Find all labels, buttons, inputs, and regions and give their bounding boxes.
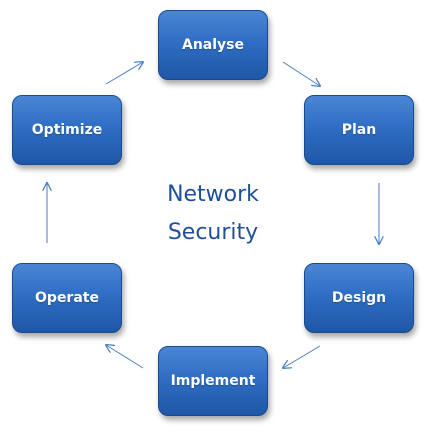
center-title-line-1: Network <box>167 182 259 207</box>
arrow-analyse-to-plan <box>282 61 320 86</box>
step-implement[interactable]: Implement <box>158 346 268 416</box>
step-analyse[interactable]: Analyse <box>158 10 268 80</box>
center-title: Network Security <box>113 176 313 252</box>
step-design-label: Design <box>331 290 387 306</box>
step-optimize[interactable]: Optimize <box>12 95 122 165</box>
step-optimize-label: Optimize <box>31 122 103 138</box>
step-plan-label: Plan <box>341 122 377 138</box>
step-design[interactable]: Design <box>304 263 414 333</box>
step-operate[interactable]: Operate <box>12 263 122 333</box>
step-analyse-label: Analyse <box>181 37 244 53</box>
network-security-cycle-diagram: Analyse Plan Design Implement Operate Op… <box>0 0 426 434</box>
arrow-implement-to-operate <box>106 345 144 369</box>
arrow-design-to-implement <box>283 345 321 368</box>
arrow-optimize-to-analyse <box>105 62 143 85</box>
step-plan[interactable]: Plan <box>304 95 414 165</box>
step-implement-label: Implement <box>170 373 256 389</box>
step-operate-label: Operate <box>35 290 99 306</box>
center-title-line-2: Security <box>167 220 259 245</box>
